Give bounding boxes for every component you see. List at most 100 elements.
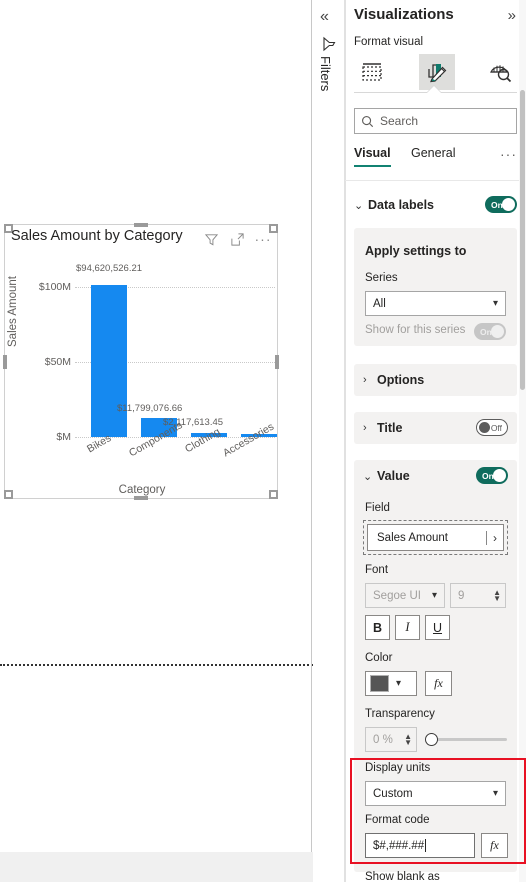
stepper-arrows[interactable]: ▲ ▼ (493, 588, 501, 602)
data-label-bikes: $94,620,526.21 (76, 263, 143, 274)
analytics-icon[interactable] (482, 54, 518, 90)
chevron-down-icon: ⌄ (354, 199, 364, 212)
chevron-down-icon: ▾ (492, 298, 498, 309)
color-picker[interactable]: ▾ (365, 671, 417, 696)
canvas-right-edge (311, 0, 312, 852)
bars-container: $94,620,526.21 $11,799,076.66 $2,117,613… (75, 263, 277, 437)
data-labels-toggle[interactable]: On (485, 196, 517, 213)
build-visual-icon[interactable] (354, 54, 390, 90)
toggle-label: On (480, 326, 492, 337)
transparency-value: 0 % (373, 733, 393, 746)
show-for-this-series-toggle: On (474, 323, 506, 340)
filter-funnel-icon[interactable] (321, 36, 337, 52)
power-bi-report-editor: Sales Amount by Category ··· Sales Amoun… (0, 0, 526, 882)
font-size-stepper[interactable]: 9 ▲ ▼ (450, 583, 506, 608)
filters-pane-label[interactable]: Filters (318, 56, 333, 91)
font-label: Font (365, 564, 389, 576)
section-options[interactable]: › Options (354, 364, 517, 396)
filters-rail[interactable]: « Filters (313, 0, 345, 882)
chevron-right-icon: › (363, 374, 367, 386)
stepper-arrows[interactable]: ▲ ▼ (404, 732, 412, 746)
toggle-knob (493, 469, 506, 482)
pane-left-border (345, 0, 346, 882)
chevron-down-icon: ▾ (431, 590, 437, 601)
visual-header-actions: ··· (203, 231, 271, 247)
display-units-dropdown[interactable]: Custom ▾ (365, 781, 506, 806)
selected-icon-pointer (427, 86, 441, 93)
stepper-down-icon[interactable]: ▼ (493, 594, 501, 602)
format-code-input[interactable]: $#,###.## (365, 833, 475, 858)
bar-chart-visual[interactable]: Sales Amount by Category ··· Sales Amoun… (3, 223, 279, 500)
field-pill-sales-amount[interactable]: Sales Amount › (367, 524, 504, 551)
focus-mode-icon[interactable] (229, 231, 245, 247)
chevron-down-icon: ⌄ (363, 470, 373, 483)
section-value[interactable]: ⌄ Value On (354, 460, 517, 492)
tab-general[interactable]: General (411, 146, 455, 165)
transparency-stepper[interactable]: 0 % ▲ ▼ (365, 727, 417, 752)
format-visual-label: Format visual (354, 36, 424, 48)
filter-icon[interactable] (203, 231, 219, 247)
visual-header: Sales Amount by Category ··· (5, 225, 277, 253)
font-family-dropdown[interactable]: Segoe UI ▾ (365, 583, 445, 608)
display-units-value: Custom (373, 787, 413, 800)
bold-button[interactable]: B (365, 615, 390, 640)
pane-scrollbar[interactable] (519, 0, 526, 882)
search-input[interactable]: Search (354, 108, 517, 134)
text-caret (425, 839, 427, 852)
show-blank-as-label: Show blank as (365, 871, 440, 882)
section-title[interactable]: › Title Off (354, 412, 517, 444)
y-tick-label: $50M (44, 356, 71, 368)
color-fx-button[interactable]: fx (425, 671, 452, 696)
visualizations-pane: Visualizations » Format visual Search Vi… (345, 0, 526, 882)
canvas-bottom-band (0, 852, 313, 882)
search-placeholder: Search (380, 114, 419, 128)
section-label: Value (377, 469, 410, 483)
more-options-icon[interactable]: ··· (255, 231, 271, 247)
field-label: Field (365, 502, 390, 514)
series-dropdown[interactable]: All ▾ (365, 291, 506, 316)
italic-button[interactable]: I (395, 615, 420, 640)
apply-settings-title: Apply settings to (365, 244, 467, 258)
color-swatch (370, 675, 389, 692)
value-toggle[interactable]: On (476, 467, 508, 484)
title-card[interactable]: › Title Off (354, 412, 517, 444)
chevron-double-left-icon[interactable]: « (320, 8, 329, 26)
report-canvas[interactable]: Sales Amount by Category ··· Sales Amoun… (0, 0, 313, 882)
chevron-right-icon: › (363, 422, 367, 434)
value-card: ⌄ Value On Field Sales Amount › Font Seg… (354, 460, 517, 872)
y-tick-label: $M (56, 431, 71, 443)
field-value: Sales Amount (377, 531, 448, 544)
y-tick-label: $100M (38, 281, 71, 293)
format-code-value: $#,###.## (373, 839, 425, 852)
section-label: Options (377, 373, 425, 387)
format-code-label: Format code (365, 814, 430, 826)
show-for-this-series-label: Show for this series (365, 324, 466, 336)
chevron-right-icon[interactable]: › (493, 531, 497, 545)
series-value: All (373, 297, 386, 310)
chevron-double-right-icon[interactable]: » (508, 7, 516, 24)
field-separator (486, 530, 487, 545)
x-axis-title: Category (118, 484, 166, 496)
font-family-value: Segoe UI (373, 589, 421, 602)
search-icon (362, 115, 374, 127)
bar-bikes[interactable] (91, 285, 127, 437)
chevron-down-icon: ▾ (492, 788, 498, 799)
section-label: Title (377, 421, 403, 435)
pane-scrollbar-thumb[interactable] (520, 90, 525, 390)
tab-visual[interactable]: Visual (354, 146, 391, 167)
transparency-slider-thumb[interactable] (425, 733, 438, 746)
underline-button[interactable]: U (425, 615, 450, 640)
transparency-slider-track[interactable] (432, 738, 507, 741)
format-code-fx-button[interactable]: fx (481, 833, 508, 858)
tabs-divider (345, 180, 526, 181)
page-boundary-guide (0, 664, 313, 666)
title-toggle[interactable]: Off (476, 419, 508, 436)
apply-settings-card: Apply settings to Series All ▾ Show for … (354, 228, 517, 346)
options-card[interactable]: › Options (354, 364, 517, 396)
data-label-components: $11,799,076.66 (117, 403, 183, 414)
y-axis-title: Sales Amount (7, 276, 19, 347)
stepper-down-icon[interactable]: ▼ (404, 738, 412, 746)
tabs-more-icon[interactable]: ··· (500, 146, 517, 162)
transparency-label: Transparency (365, 708, 435, 720)
section-data-labels[interactable]: ⌄ Data labels On (345, 190, 526, 220)
